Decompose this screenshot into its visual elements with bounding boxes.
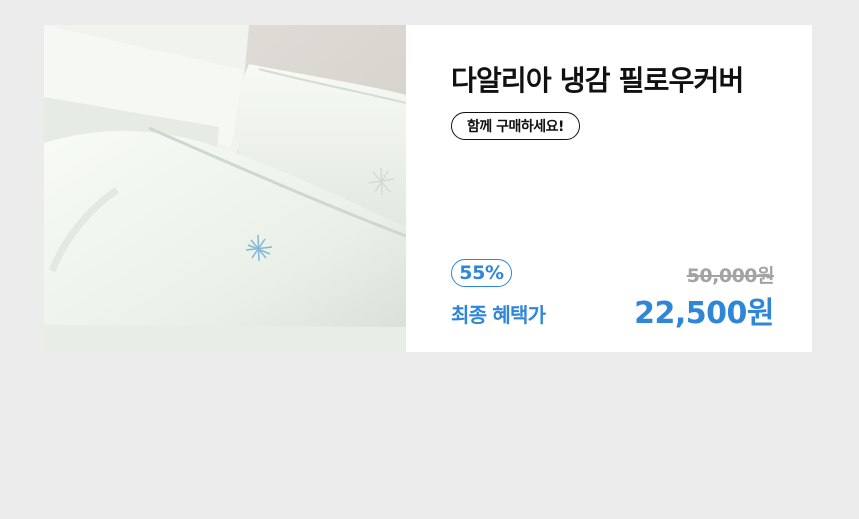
product-card[interactable]: 다알리아 냉감 필로우커버 함께 구매하세요! 55% 최종 혜택가 50,00… <box>44 25 812 352</box>
final-price-label: 최종 혜택가 <box>451 303 546 327</box>
buy-together-badge[interactable]: 함께 구매하세요! <box>451 112 580 140</box>
discount-rate-badge: 55% <box>451 259 512 287</box>
final-price: 22,500원 <box>634 296 774 331</box>
product-image[interactable] <box>44 25 406 352</box>
page: 다알리아 냉감 필로우커버 함께 구매하세요! 55% 최종 혜택가 50,00… <box>0 0 859 519</box>
original-price: 50,000원 <box>686 265 775 287</box>
product-title[interactable]: 다알리아 냉감 필로우커버 <box>451 63 744 99</box>
product-info: 다알리아 냉감 필로우커버 함께 구매하세요! 55% 최종 혜택가 50,00… <box>406 25 812 352</box>
